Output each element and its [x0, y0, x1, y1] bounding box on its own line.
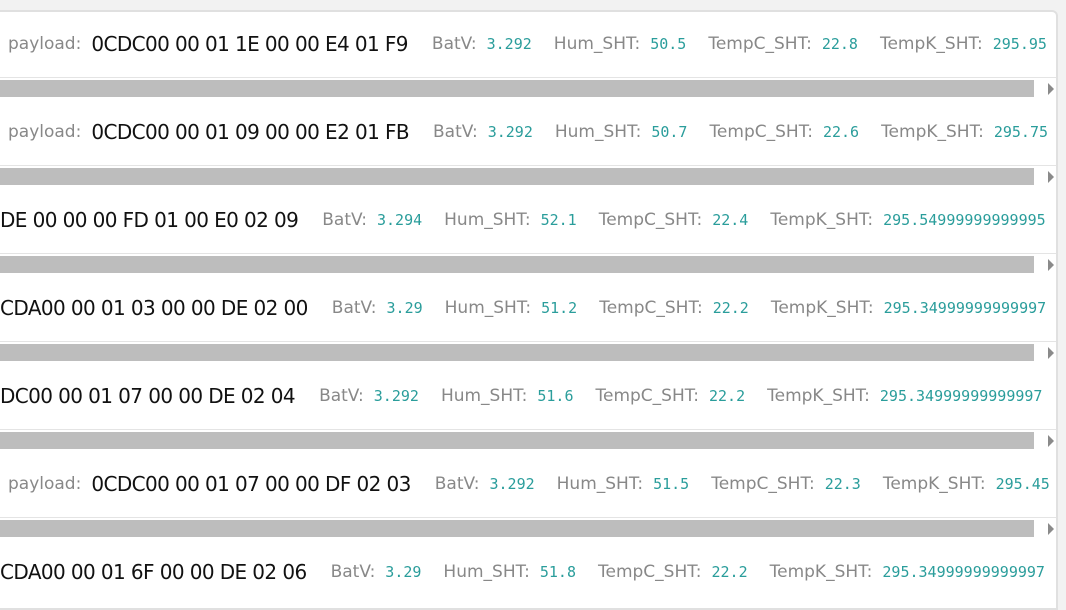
payload-value: CDA00 00 01 6F 00 00 DE 02 06 — [0, 560, 307, 584]
message-line: CDA00 00 01 03 00 00 DE 02 00 BatV: 3.29… — [0, 288, 1056, 328]
tempc-value: 22.2 — [711, 563, 748, 581]
payload-label: payload: — [8, 474, 82, 494]
scrollbar-thumb[interactable] — [0, 432, 1034, 449]
hum-label: Hum_SHT: — [444, 210, 531, 230]
scroll-right-arrow-icon[interactable] — [1048, 171, 1054, 183]
debug-message-panel: payload: 0CDC00 00 01 1E 00 00 E4 01 F9 … — [0, 10, 1058, 610]
tempc-value: 22.2 — [709, 387, 746, 405]
hum-label: Hum_SHT: — [556, 474, 644, 494]
batv-label: BatV: — [319, 386, 364, 406]
batv-label: BatV: — [322, 210, 367, 230]
message-line: DE 00 00 00 FD 01 00 E0 02 09 BatV: 3.29… — [0, 200, 1056, 240]
message-row: payload: 0CDC00 00 01 09 00 00 E2 01 FB … — [0, 100, 1056, 188]
tempk-label: TempK_SHT: — [767, 386, 870, 406]
message-row: CDA00 00 01 03 00 00 DE 02 00 BatV: 3.29… — [0, 276, 1056, 364]
tempc-label: TempC_SHT: — [709, 122, 813, 142]
tempk-value: 295.34999999999997 — [882, 563, 1045, 581]
message-line: CDA00 00 01 6F 00 00 DE 02 06 BatV: 3.29… — [0, 552, 1056, 592]
message-line: payload: 0CDC00 00 01 09 00 00 E2 01 FB … — [0, 112, 1056, 152]
scrollbar-thumb[interactable] — [0, 168, 1034, 185]
batv-value: 3.29 — [385, 563, 422, 581]
tempk-label: TempK_SHT: — [882, 474, 986, 494]
payload-value: DC00 00 01 07 00 00 DE 02 04 — [0, 384, 296, 408]
tempc-label: TempC_SHT: — [598, 210, 703, 230]
message-row: CDA00 00 01 6F 00 00 DE 02 06 BatV: 3.29… — [0, 540, 1056, 608]
payload-label: payload: — [8, 34, 82, 54]
batv-value: 3.292 — [487, 123, 533, 141]
hum-value: 52.1 — [540, 211, 577, 229]
hum-value: 50.5 — [650, 35, 687, 53]
tempk-label: TempK_SHT: — [770, 298, 874, 318]
hum-value: 51.8 — [539, 563, 576, 581]
tempk-value: 295.34999999999997 — [879, 387, 1043, 405]
horizontal-scrollbar[interactable] — [0, 517, 1056, 538]
tempk-value: 295.75 — [993, 123, 1049, 141]
message-row: DC00 00 01 07 00 00 DE 02 04 BatV: 3.292… — [0, 364, 1056, 452]
payload-value: 0CDC00 00 01 09 00 00 E2 01 FB — [91, 120, 409, 144]
batv-label: BatV: — [431, 34, 477, 54]
hum-label: Hum_SHT: — [553, 34, 641, 54]
message-line: DC00 00 01 07 00 00 DE 02 04 BatV: 3.292… — [0, 376, 1056, 416]
tempk-label: TempK_SHT: — [879, 34, 983, 54]
hum-value: 50.7 — [651, 123, 688, 141]
tempc-value: 22.3 — [824, 475, 861, 493]
tempc-label: TempC_SHT: — [597, 562, 702, 582]
batv-value: 3.29 — [386, 299, 423, 317]
batv-label: BatV: — [434, 474, 480, 494]
horizontal-scrollbar[interactable] — [0, 341, 1056, 362]
hum-value: 51.6 — [537, 387, 574, 405]
scrollbar-thumb[interactable] — [0, 256, 1034, 273]
horizontal-scrollbar[interactable] — [0, 429, 1056, 450]
scroll-right-arrow-icon[interactable] — [1048, 259, 1054, 271]
message-line: payload: 0CDC00 00 01 07 00 00 DF 02 03 … — [0, 464, 1056, 504]
horizontal-scrollbar[interactable] — [0, 253, 1056, 274]
payload-value: CDA00 00 01 03 00 00 DE 02 00 — [0, 296, 308, 320]
batv-value: 3.292 — [489, 475, 535, 493]
message-line: payload: 0CDC00 00 01 1E 00 00 E4 01 F9 … — [0, 24, 1056, 64]
batv-label: BatV: — [433, 122, 478, 142]
message-row: DE 00 00 00 FD 01 00 E0 02 09 BatV: 3.29… — [0, 188, 1056, 276]
payload-value: DE 00 00 00 FD 01 00 E0 02 09 — [0, 208, 299, 232]
tempk-label: TempK_SHT: — [881, 122, 984, 142]
tempk-label: TempK_SHT: — [770, 210, 874, 230]
batv-label: BatV: — [330, 562, 376, 582]
tempc-value: 22.8 — [821, 35, 858, 53]
tempk-value: 295.54999999999995 — [883, 211, 1046, 229]
batv-label: BatV: — [331, 298, 377, 318]
tempk-value: 295.34999999999997 — [883, 299, 1047, 317]
payload-label: payload: — [8, 122, 82, 142]
scroll-right-arrow-icon[interactable] — [1048, 435, 1054, 447]
scrollbar-thumb[interactable] — [0, 520, 1034, 537]
hum-label: Hum_SHT: — [440, 386, 528, 406]
hum-value: 51.5 — [653, 475, 690, 493]
tempc-value: 22.4 — [712, 211, 749, 229]
scroll-right-arrow-icon[interactable] — [1048, 347, 1054, 359]
tempk-value: 295.45 — [995, 475, 1050, 493]
tempc-label: TempC_SHT: — [595, 386, 700, 406]
tempk-label: TempK_SHT: — [769, 562, 873, 582]
scroll-right-arrow-icon[interactable] — [1048, 523, 1054, 535]
hum-label: Hum_SHT: — [444, 298, 532, 318]
tempc-label: TempC_SHT: — [711, 474, 815, 494]
hum-value: 51.2 — [541, 299, 578, 317]
hum-label: Hum_SHT: — [554, 122, 642, 142]
message-row: payload: 0CDC00 00 01 07 00 00 DF 02 03 … — [0, 452, 1056, 540]
tempc-value: 22.2 — [712, 299, 749, 317]
scroll-right-arrow-icon[interactable] — [1048, 83, 1054, 95]
horizontal-scrollbar[interactable] — [0, 77, 1056, 98]
scrollbar-thumb[interactable] — [0, 344, 1034, 361]
tempk-value: 295.95 — [992, 35, 1047, 53]
batv-value: 3.292 — [486, 35, 532, 53]
payload-value: 0CDC00 00 01 07 00 00 DF 02 03 — [91, 472, 411, 496]
tempc-value: 22.6 — [822, 123, 860, 141]
scrollbar-thumb[interactable] — [0, 80, 1034, 97]
horizontal-scrollbar[interactable] — [0, 165, 1056, 186]
tempc-label: TempC_SHT: — [708, 34, 812, 54]
message-row: payload: 0CDC00 00 01 1E 00 00 E4 01 F9 … — [0, 12, 1056, 100]
batv-value: 3.292 — [373, 387, 419, 405]
batv-value: 3.294 — [376, 211, 423, 229]
payload-value: 0CDC00 00 01 1E 00 00 E4 01 F9 — [91, 32, 408, 56]
hum-label: Hum_SHT: — [443, 562, 530, 582]
tempc-label: TempC_SHT: — [599, 298, 703, 318]
